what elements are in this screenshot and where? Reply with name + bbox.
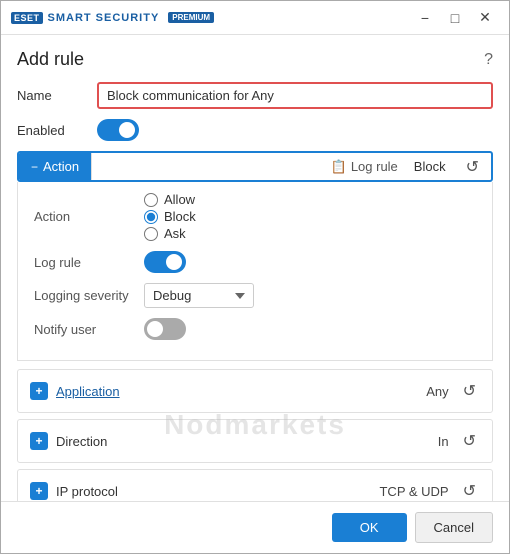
ok-button[interactable]: OK: [332, 513, 407, 542]
maximize-button[interactable]: □: [441, 7, 469, 29]
action-radio-row: Action Allow Block Ask: [34, 192, 476, 241]
action-radio-group: Allow Block Ask: [144, 192, 196, 241]
section-value: Any: [426, 384, 448, 399]
section-reset-button[interactable]: ↺: [459, 379, 480, 403]
main-window: ESET SMART SECURITY PREMIUM − □ ✕ Add ru…: [0, 0, 510, 554]
section-plus-icon: +: [30, 432, 48, 450]
app-logo: ESET SMART SECURITY PREMIUM: [11, 12, 214, 24]
radio-ask-label: Ask: [164, 226, 186, 241]
name-input[interactable]: [97, 82, 493, 109]
dialog-footer: OK Cancel: [1, 501, 509, 553]
enabled-row: Enabled: [17, 119, 493, 141]
section-reset-button[interactable]: ↺: [459, 479, 480, 501]
name-row: Name: [17, 82, 493, 109]
severity-select[interactable]: Debug Info Warning Error: [144, 283, 254, 308]
notify-user-row: Notify user: [34, 318, 476, 340]
dialog-header: Add rule ?: [17, 49, 493, 70]
section-name: IP protocol: [56, 484, 118, 499]
name-label: Name: [17, 88, 97, 103]
premium-badge: PREMIUM: [168, 12, 214, 23]
dialog-content: Add rule ? Name Enabled − Action: [1, 35, 509, 501]
tab-action-icon: −: [31, 160, 38, 174]
tabs-reset-button[interactable]: ↺: [462, 155, 483, 179]
action-panel: Action Allow Block Ask: [17, 182, 493, 361]
radio-ask[interactable]: Ask: [144, 226, 196, 241]
block-label: Block: [414, 159, 446, 174]
radio-allow-label: Allow: [164, 192, 195, 207]
section-reset-button[interactable]: ↺: [459, 429, 480, 453]
cancel-button[interactable]: Cancel: [415, 512, 493, 543]
section-plus-icon: +: [30, 382, 48, 400]
tab-action-label: Action: [43, 159, 79, 174]
section-plus-icon: +: [30, 482, 48, 500]
app-name: SMART SECURITY: [48, 12, 160, 24]
titlebar: ESET SMART SECURITY PREMIUM − □ ✕: [1, 1, 509, 35]
minimize-button[interactable]: −: [411, 7, 439, 29]
tab-action[interactable]: − Action: [19, 153, 92, 180]
section-name[interactable]: Application: [56, 384, 120, 399]
enabled-label: Enabled: [17, 123, 97, 138]
close-button[interactable]: ✕: [471, 7, 499, 29]
radio-allow[interactable]: Allow: [144, 192, 196, 207]
tabs-bar: − Action 📋 Log rule Block ↺: [17, 151, 493, 182]
enabled-toggle[interactable]: [97, 119, 139, 141]
log-rule-row: Log rule: [34, 251, 476, 273]
notify-user-toggle[interactable]: [144, 318, 186, 340]
section-value: In: [438, 434, 449, 449]
section-name: Direction: [56, 434, 107, 449]
section-row: + Direction In ↺: [17, 419, 493, 463]
radio-ask-input[interactable]: [144, 227, 158, 241]
log-rule-toggle[interactable]: [144, 251, 186, 273]
logging-severity-label: Logging severity: [34, 288, 144, 303]
tabs-right: 📋 Log rule Block ↺: [331, 155, 491, 179]
log-rule-label: Log rule: [351, 159, 398, 174]
dialog-title: Add rule: [17, 49, 84, 70]
radio-block-label: Block: [164, 209, 196, 224]
logging-severity-row: Logging severity Debug Info Warning Erro…: [34, 283, 476, 308]
sections-container: + Application Any ↺ + Direction In ↺ + IP protoco…: [17, 369, 493, 501]
notify-user-label: Notify user: [34, 322, 144, 337]
eset-badge: ESET: [11, 12, 43, 24]
section-value: TCP & UDP: [379, 484, 448, 499]
help-icon[interactable]: ?: [484, 51, 493, 69]
action-field-label: Action: [34, 209, 144, 224]
window-controls: − □ ✕: [411, 7, 499, 29]
radio-block[interactable]: Block: [144, 209, 196, 224]
log-rule-icon: 📋: [331, 159, 347, 175]
section-row: + Application Any ↺: [17, 369, 493, 413]
radio-block-input[interactable]: [144, 210, 158, 224]
section-row: + IP protocol TCP & UDP ↺: [17, 469, 493, 501]
tab-log-rule: 📋 Log rule: [331, 159, 398, 175]
radio-allow-input[interactable]: [144, 193, 158, 207]
log-rule-field-label: Log rule: [34, 255, 144, 270]
